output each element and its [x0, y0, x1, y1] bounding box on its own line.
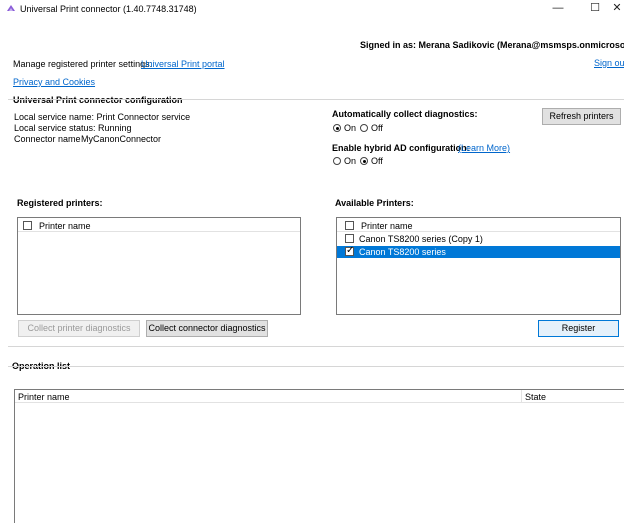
- close-button[interactable]: ✕: [602, 0, 624, 18]
- printer-name: Canon TS8200 series (Copy 1): [359, 234, 483, 244]
- registered-list-header: Printer name: [18, 218, 300, 232]
- hybrid-on-label: On: [344, 156, 357, 166]
- operation-list[interactable]: Printer name State: [14, 389, 624, 523]
- list-item[interactable]: Canon TS8200 series (Copy 1): [337, 233, 620, 245]
- refresh-printers-button[interactable]: Refresh printers: [542, 108, 621, 125]
- hybrid-off-radio[interactable]: Off: [360, 156, 383, 166]
- minimize-button[interactable]: —: [543, 0, 573, 18]
- portal-link[interactable]: Universal Print portal: [141, 59, 225, 69]
- available-printers-list[interactable]: Printer name Canon TS8200 series (Copy 1…: [336, 217, 621, 315]
- printer-name-column[interactable]: Printer name: [361, 221, 413, 231]
- hybrid-ad-label: Enable hybrid AD configuration:: [332, 143, 470, 153]
- collect-printer-diagnostics-button[interactable]: Collect printer diagnostics: [18, 320, 140, 337]
- radio-dot-icon: [360, 157, 368, 165]
- collect-connector-diagnostics-button[interactable]: Collect connector diagnostics: [146, 320, 268, 337]
- printer-name: Canon TS8200 series: [359, 247, 446, 257]
- register-button[interactable]: Register: [538, 320, 619, 337]
- registered-printers-list[interactable]: Printer name: [17, 217, 301, 315]
- signed-in-label: Signed in as: Merana Sadikovic (Merana@m…: [360, 40, 624, 50]
- service-status: Local service status: Running: [14, 123, 132, 133]
- operation-list-header: Printer name State: [15, 390, 624, 403]
- hybrid-on-radio[interactable]: On: [333, 156, 356, 166]
- radio-dot-icon: [333, 124, 341, 132]
- printer-name-column[interactable]: Printer name: [39, 221, 91, 231]
- learn-more-link[interactable]: (Learn More): [458, 143, 510, 153]
- available-list-header: Printer name: [337, 218, 620, 232]
- hybrid-off-label: Off: [371, 156, 383, 166]
- connector-name-value: MyCanonConnector: [81, 134, 162, 144]
- auto-diag-on-radio[interactable]: On: [333, 123, 356, 133]
- privacy-link[interactable]: Privacy and Cookies: [13, 77, 95, 87]
- manage-settings-label: Manage registered printer settings:: [13, 59, 153, 69]
- select-all-checkbox[interactable]: [345, 221, 354, 230]
- service-name: Local service name: Print Connector serv…: [14, 112, 191, 122]
- title-bar: Universal Print connector (1.40.7748.317…: [0, 0, 624, 20]
- operation-state-column[interactable]: State: [525, 392, 546, 402]
- app-icon: [6, 4, 16, 13]
- printer-checkbox[interactable]: [345, 245, 354, 257]
- connector-name-label: Connector name: [14, 134, 81, 144]
- list-item[interactable]: Canon TS8200 series: [337, 245, 620, 258]
- printer-checkbox[interactable]: [345, 234, 354, 243]
- auto-diag-on-label: On: [344, 123, 357, 133]
- select-all-checkbox[interactable]: [23, 221, 32, 230]
- available-printers-title: Available Printers:: [335, 198, 414, 208]
- auto-diag-label: Automatically collect diagnostics:: [332, 109, 478, 119]
- radio-dot-icon: [333, 157, 341, 165]
- auto-diag-off-radio[interactable]: Off: [360, 123, 383, 133]
- column-divider[interactable]: [521, 390, 522, 403]
- auto-diag-off-label: Off: [371, 123, 383, 133]
- radio-dot-icon: [360, 124, 368, 132]
- window-title: Universal Print connector (1.40.7748.317…: [20, 4, 197, 14]
- registered-printers-title: Registered printers:: [17, 198, 103, 208]
- sign-out-link[interactable]: Sign out: [594, 58, 624, 68]
- operation-printer-column[interactable]: Printer name: [18, 392, 70, 402]
